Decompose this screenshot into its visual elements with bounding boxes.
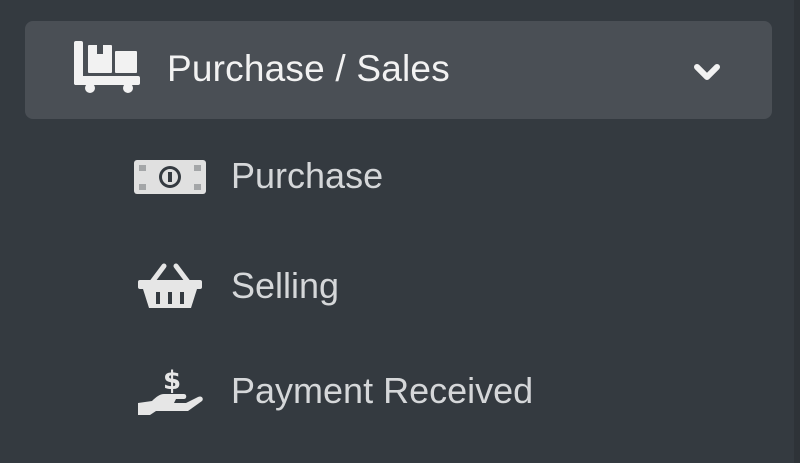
menu-group-label: Purchase / Sales bbox=[167, 48, 450, 89]
sidebar: Purchase / Sales Purchase Selling $ Paym… bbox=[0, 0, 800, 463]
sidebar-edge bbox=[794, 0, 800, 463]
money-bill-icon bbox=[134, 160, 206, 194]
menu-group-purchase-sales[interactable]: Purchase / Sales bbox=[25, 21, 772, 119]
hand-holding-usd-icon: $ bbox=[138, 366, 203, 415]
sidebar-item-label: Selling bbox=[231, 265, 340, 306]
sidebar-item-payment-received[interactable]: $ Payment Received bbox=[130, 357, 730, 427]
sidebar-item-selling[interactable]: Selling bbox=[130, 252, 730, 322]
sidebar-item-label: Payment Received bbox=[231, 370, 534, 411]
sidebar-item-label: Purchase bbox=[231, 155, 384, 196]
svg-text:$: $ bbox=[163, 366, 181, 396]
dolly-icon bbox=[74, 41, 140, 93]
sidebar-item-purchase[interactable]: Purchase bbox=[130, 142, 730, 212]
shopping-basket-icon bbox=[138, 263, 202, 308]
chevron-down-icon[interactable] bbox=[691, 61, 723, 83]
